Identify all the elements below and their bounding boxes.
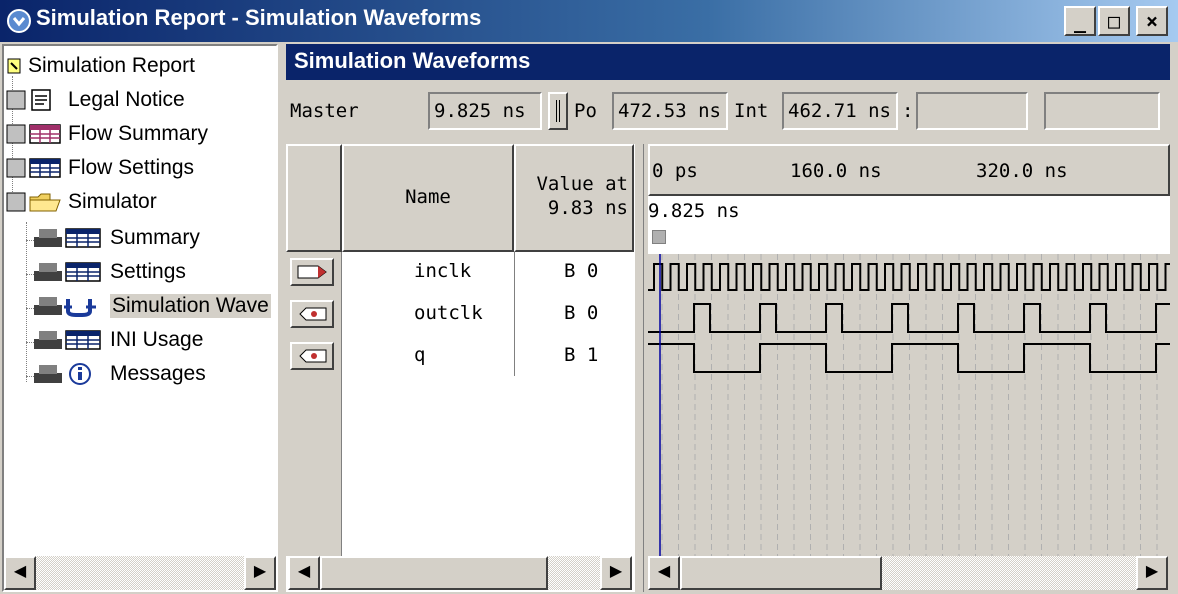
waveform-scrollbar[interactable]: ◀ ▶ [648, 556, 1168, 590]
signal-name[interactable]: q [414, 344, 425, 366]
minimize-button[interactable]: _ [1064, 6, 1096, 36]
signal-type-column [286, 144, 342, 556]
pointer-time-field[interactable]: 472.53 ns [612, 92, 728, 130]
waveform-area: 0 ps 160.0 ns 320.0 ns 9.825 ns ◀ ▶ [644, 144, 1170, 592]
scroll-thumb[interactable] [320, 556, 548, 590]
master-label: Master [290, 100, 359, 122]
value-column-title: Value at [536, 173, 628, 195]
signal-value: B 0 [564, 302, 599, 324]
tree-item-simulator[interactable]: Simulator [6, 186, 157, 218]
pointer-label: Po [574, 100, 597, 122]
value-column-header[interactable]: Value at 9.83 ns [514, 144, 634, 252]
close-button[interactable]: × [1136, 6, 1168, 36]
tree-item-label: Summary [110, 226, 200, 249]
signal-name[interactable]: inclk [414, 260, 471, 282]
inclk-waveform [648, 263, 1170, 291]
tree-item-legal-notice[interactable]: Legal Notice [6, 84, 185, 116]
time-ruler[interactable]: 0 ps 160.0 ns 320.0 ns [648, 144, 1170, 196]
pane-title: Simulation Waveforms [286, 44, 1170, 80]
window-title: Simulation Report - Simulation Waveforms [36, 5, 482, 30]
app-icon [7, 9, 31, 33]
tree-item-label: INI Usage [110, 328, 204, 351]
table-icon [34, 228, 101, 248]
tree-item-ini-usage[interactable]: INI Usage [32, 324, 203, 356]
scroll-right-button[interactable]: ▶ [600, 556, 632, 590]
signal-list-scrollbar[interactable]: ◀ ▶ [288, 556, 632, 590]
tree-item-messages[interactable]: Messages [32, 358, 206, 390]
interval-label: Int [734, 100, 769, 122]
tree-connector [26, 222, 27, 382]
input-pin-icon [297, 265, 327, 279]
waveform-grid: Name Value at 9.83 ns inclk B 0 outclk B… [286, 144, 1170, 592]
table-icon [34, 262, 101, 282]
tree-item-flow-settings[interactable]: Flow Settings [6, 152, 194, 184]
time-tick: 320.0 ns [976, 160, 1068, 182]
info-icon [34, 363, 91, 385]
cursor-handle[interactable] [652, 230, 666, 244]
interval-separator: : [902, 100, 914, 122]
tree-item-label: Simulator [68, 190, 157, 213]
name-column-header[interactable]: Name [342, 144, 514, 252]
tree-item-label: Simulation Wave [110, 294, 271, 318]
end-time-field[interactable] [1044, 92, 1160, 130]
report-icon [7, 58, 21, 74]
waveform-canvas [648, 254, 1170, 556]
type-column-header [286, 144, 342, 252]
tree-item-label: Flow Summary [68, 122, 209, 145]
output-pin-icon [299, 307, 327, 321]
signal-row-button[interactable] [290, 300, 334, 328]
tree-horizontal-scrollbar[interactable]: ◀ ▶ [4, 556, 276, 590]
column-divider [514, 252, 515, 376]
table-icon [6, 124, 61, 144]
tree-item-settings[interactable]: Settings [32, 256, 186, 288]
scroll-left-button[interactable]: ◀ [288, 556, 320, 590]
time-tick: 0 ps [652, 160, 698, 182]
tree-item-simulation-report[interactable]: Simulation Report [6, 50, 195, 82]
signal-name[interactable]: outclk [414, 302, 483, 324]
pane-splitter[interactable] [634, 144, 644, 592]
time-bar: Master 9.825 ns Po 472.53 ns Int 462.71 … [286, 84, 1170, 140]
folder-icon [6, 192, 61, 212]
tree-item-label: Settings [110, 260, 186, 283]
tree-item-simulation-waveforms[interactable]: Simulation Wave [32, 290, 271, 322]
waveform-icon [34, 297, 96, 317]
title-bar: Simulation Report - Simulation Waveforms… [0, 0, 1178, 42]
maximize-button[interactable]: □ [1098, 6, 1130, 36]
tree-item-label: Flow Settings [68, 156, 195, 179]
tree-item-label: Simulation Report [28, 54, 195, 77]
signal-row-button[interactable] [290, 258, 334, 286]
master-time-spinner[interactable] [548, 92, 568, 130]
cursor-time-label: 9.825 ns [648, 200, 740, 222]
output-pin-icon [299, 349, 327, 363]
signal-row-button[interactable] [290, 342, 334, 370]
table-icon [34, 330, 101, 350]
report-tree: Simulation Report Legal Notice Flow Summ… [2, 44, 278, 592]
tree-item-label: Messages [110, 362, 206, 385]
tree-item-label: Legal Notice [68, 88, 185, 111]
signal-value: B 1 [564, 344, 599, 366]
scroll-right-button[interactable]: ▶ [244, 556, 276, 590]
tree-item-summary[interactable]: Summary [32, 222, 200, 254]
value-column-time: 9.83 ns [547, 197, 628, 219]
master-time-field[interactable]: 9.825 ns [428, 92, 542, 130]
table-icon [6, 158, 61, 178]
document-icon [6, 89, 51, 111]
scroll-left-button[interactable]: ◀ [4, 556, 36, 590]
start-time-field[interactable] [916, 92, 1028, 130]
outclk-waveform [648, 303, 1170, 333]
time-tick: 160.0 ns [790, 160, 882, 182]
tree-item-flow-summary[interactable]: Flow Summary [6, 118, 208, 150]
cursor-header: 9.825 ns [648, 196, 1170, 254]
scroll-left-button[interactable]: ◀ [648, 556, 680, 590]
scroll-thumb[interactable] [680, 556, 882, 590]
signal-value: B 0 [564, 260, 599, 282]
interval-time-field[interactable]: 462.71 ns [782, 92, 898, 130]
scroll-right-button[interactable]: ▶ [1136, 556, 1168, 590]
